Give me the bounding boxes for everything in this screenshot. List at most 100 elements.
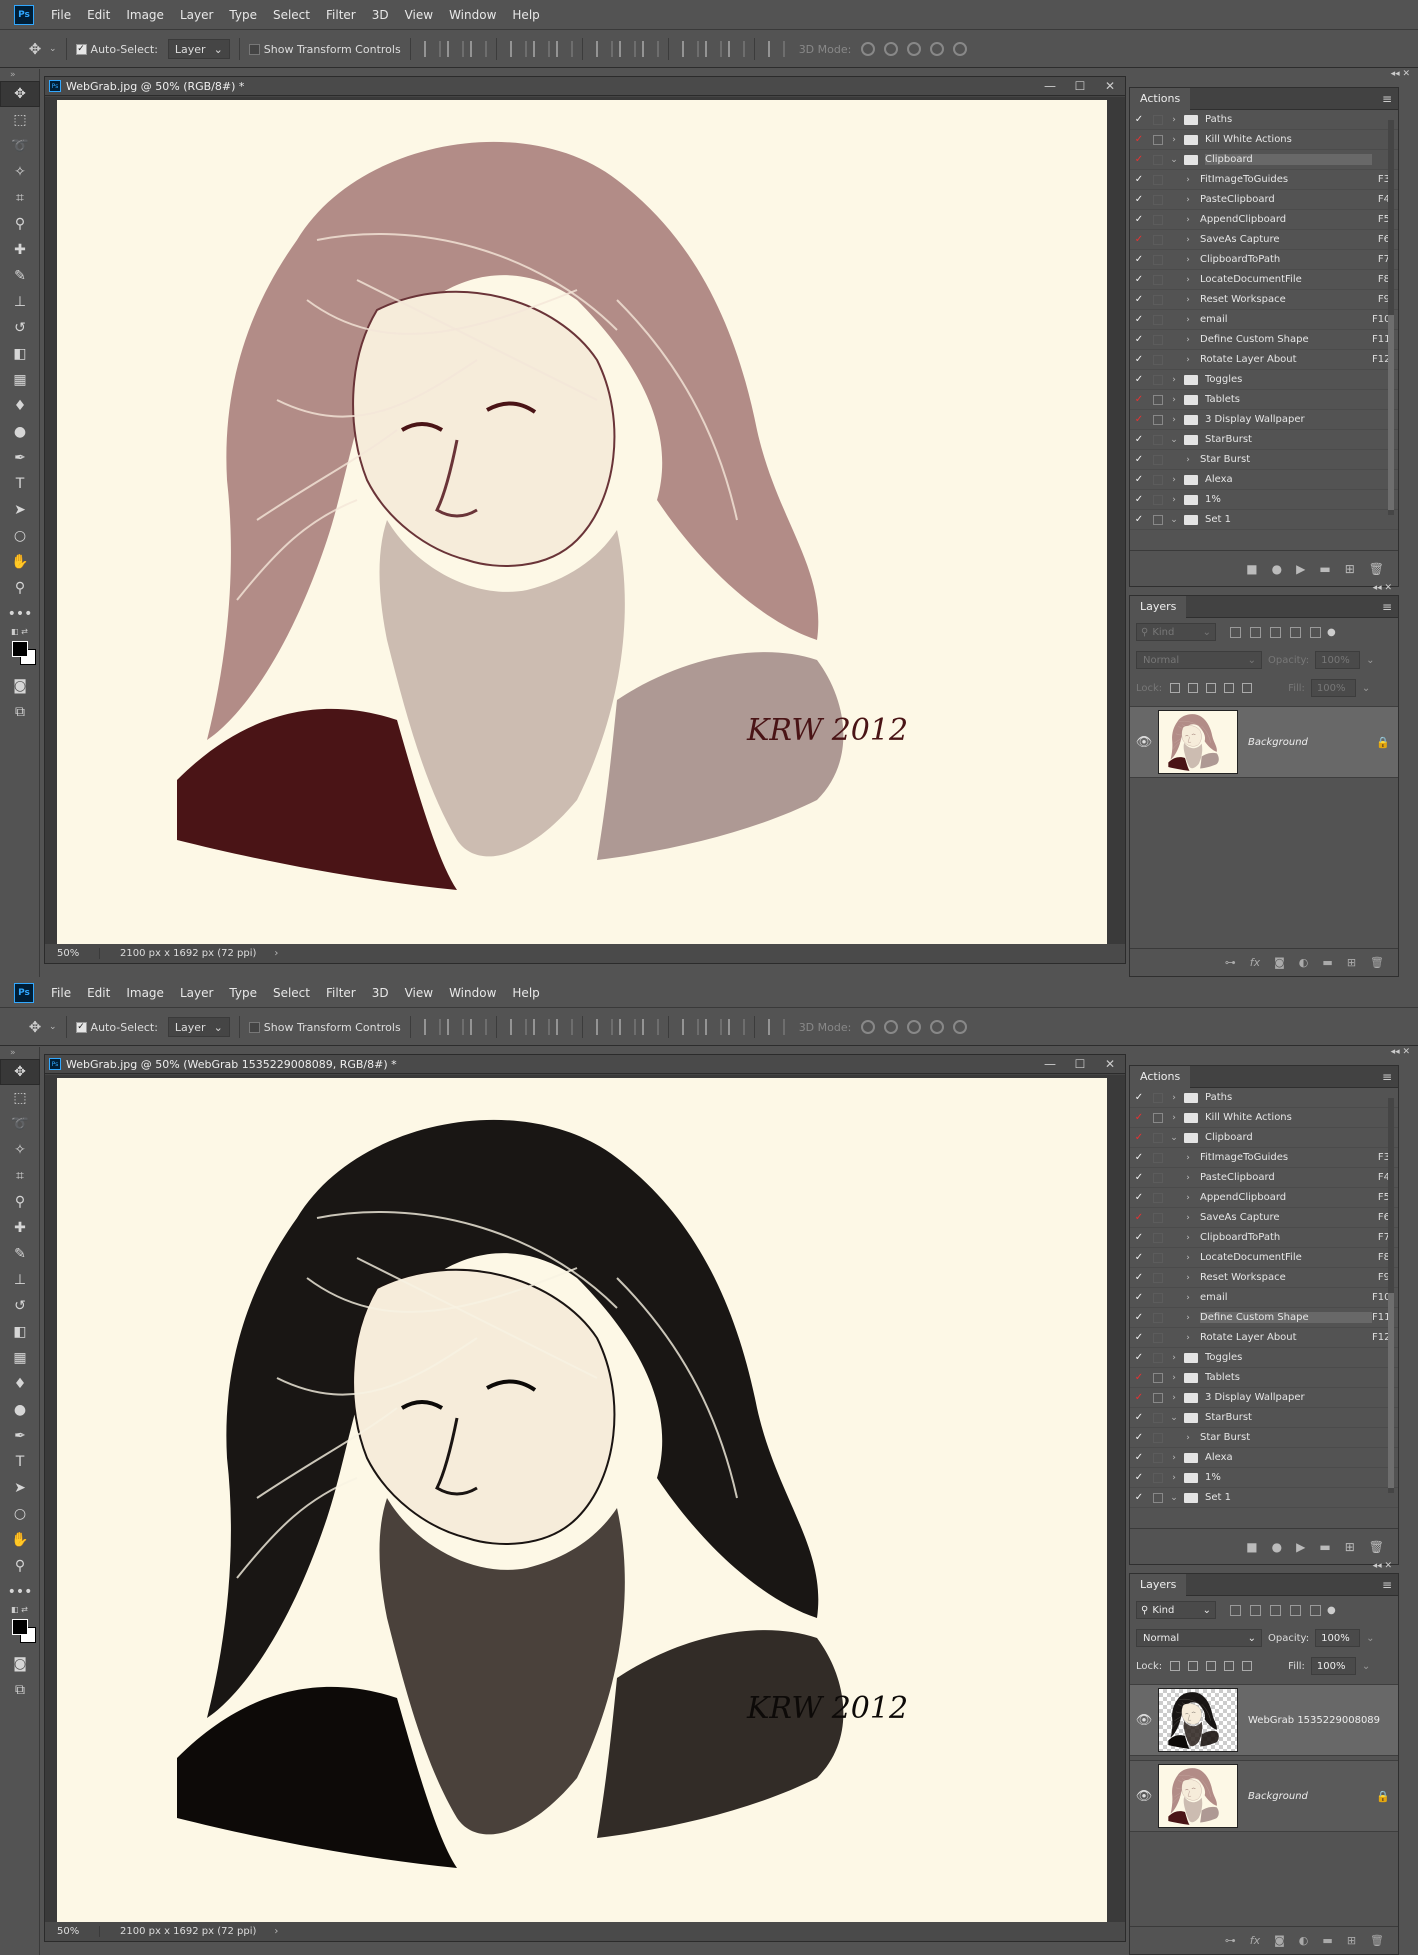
- delete-icon[interactable]: 🗑: [1369, 562, 1384, 576]
- chevron-right-icon[interactable]: ›: [1182, 1273, 1194, 1283]
- marquee-tool-icon[interactable]: ⬚: [0, 107, 40, 133]
- action-enabled-check-icon[interactable]: ✓: [1130, 254, 1148, 265]
- new-layer-icon[interactable]: ⊞: [1347, 1934, 1356, 1947]
- dialog-toggle-icon[interactable]: [1153, 334, 1163, 345]
- eraser-tool-icon[interactable]: ◧: [0, 341, 40, 367]
- chevron-right-icon[interactable]: ›: [1182, 455, 1194, 465]
- show-transform-checkbox[interactable]: [248, 1021, 260, 1033]
- action-row[interactable]: ✓ › FitImageToGuides F3: [1130, 1148, 1398, 1168]
- dialog-toggle-icon[interactable]: [1153, 1312, 1163, 1323]
- menu-window[interactable]: Window: [441, 986, 504, 1000]
- dialog-toggle-icon[interactable]: [1153, 1292, 1163, 1303]
- canvas-area[interactable]: KRW 2012: [45, 97, 1125, 945]
- expand-toolbar-icon[interactable]: »: [0, 1047, 39, 1059]
- filter-toggle-icon[interactable]: ●: [1327, 627, 1336, 638]
- dialog-toggle-icon[interactable]: [1153, 1192, 1163, 1203]
- dialog-toggle-icon[interactable]: [1153, 154, 1163, 165]
- zoom-tool-icon[interactable]: ⚲: [0, 1553, 40, 1579]
- action-enabled-check-icon[interactable]: ✓: [1130, 1372, 1148, 1383]
- roll-3d-icon[interactable]: [884, 1020, 899, 1034]
- distribute-right-icon[interactable]: [727, 41, 745, 57]
- align-right-icon[interactable]: [555, 1019, 573, 1035]
- chevron-right-icon[interactable]: ›: [1168, 1353, 1180, 1363]
- action-enabled-check-icon[interactable]: ✓: [1130, 154, 1148, 165]
- link-layers-icon[interactable]: ⊶: [1225, 956, 1236, 969]
- dialog-toggle-icon[interactable]: [1153, 174, 1163, 185]
- minimize-icon[interactable]: —: [1035, 79, 1065, 93]
- action-enabled-check-icon[interactable]: ✓: [1130, 1132, 1148, 1143]
- zoom-level[interactable]: 50%: [45, 948, 100, 959]
- action-enabled-check-icon[interactable]: ✓: [1130, 134, 1148, 145]
- brush-tool-icon[interactable]: ✎: [0, 263, 40, 289]
- auto-select-checkbox[interactable]: ✓: [75, 1021, 87, 1033]
- chevron-down-icon[interactable]: ⌄: [1168, 1133, 1180, 1143]
- chevron-right-icon[interactable]: ›: [1182, 1333, 1194, 1343]
- align-left-icon[interactable]: [509, 41, 527, 57]
- edit-toolbar-icon[interactable]: •••: [0, 1579, 40, 1605]
- distribute-hcenter-icon[interactable]: [704, 41, 722, 57]
- action-row[interactable]: ✓ › Reset Workspace F9: [1130, 290, 1398, 310]
- layer-name[interactable]: Background: [1248, 737, 1368, 748]
- fill-chevron-icon[interactable]: ⌄: [1362, 683, 1370, 694]
- chevron-right-icon[interactable]: ›: [1182, 235, 1194, 245]
- dialog-toggle-icon[interactable]: [1153, 1112, 1163, 1123]
- dialog-toggle-icon[interactable]: [1153, 394, 1163, 405]
- lasso-tool-icon[interactable]: ➰: [0, 1111, 40, 1137]
- play-icon[interactable]: ▶: [1296, 1540, 1305, 1554]
- scrollbar-thumb[interactable]: [1388, 1293, 1394, 1488]
- orbit-3d-icon[interactable]: [861, 1020, 876, 1034]
- document-tab[interactable]: Ps WebGrab.jpg @ 50% (RGB/8#) * — ☐ ✕: [45, 77, 1125, 96]
- actions-tab[interactable]: Actions: [1130, 1065, 1191, 1088]
- action-row[interactable]: ✓ › Rotate Layer About F12: [1130, 350, 1398, 370]
- zoom-tool-icon[interactable]: ⚲: [0, 575, 40, 601]
- dialog-toggle-icon[interactable]: [1153, 194, 1163, 205]
- dialog-toggle-icon[interactable]: [1153, 1132, 1163, 1143]
- chevron-right-icon[interactable]: ›: [1182, 1173, 1194, 1183]
- action-row[interactable]: ✓ › Alexa: [1130, 470, 1398, 490]
- panel-menu-icon[interactable]: ≡: [1382, 1578, 1398, 1592]
- action-row[interactable]: ✓ › 3 Display Wallpaper: [1130, 1388, 1398, 1408]
- add-mask-icon[interactable]: ◙: [1274, 1934, 1285, 1947]
- action-row[interactable]: ✓ › Define Custom Shape F11: [1130, 330, 1398, 350]
- layers-tab[interactable]: Layers: [1130, 595, 1187, 618]
- distribute-left-icon[interactable]: [681, 1019, 699, 1035]
- edit-toolbar-icon[interactable]: •••: [0, 601, 40, 627]
- filter-toggle-icon[interactable]: ●: [1327, 1605, 1336, 1616]
- link-layers-icon[interactable]: ⊶: [1225, 1934, 1236, 1947]
- dialog-toggle-icon[interactable]: [1153, 1412, 1163, 1423]
- shape-filter-icon[interactable]: [1290, 626, 1301, 638]
- menu-select[interactable]: Select: [265, 8, 318, 22]
- new-set-icon[interactable]: ▬: [1319, 562, 1330, 576]
- action-enabled-check-icon[interactable]: ✓: [1130, 454, 1148, 465]
- delete-layer-icon[interactable]: 🗑: [1370, 1934, 1384, 1947]
- foreground-color-swatch[interactable]: [12, 641, 28, 657]
- menu-help[interactable]: Help: [504, 8, 547, 22]
- align-top-icon[interactable]: [423, 1019, 441, 1035]
- shape-filter-icon[interactable]: [1290, 1604, 1301, 1616]
- action-enabled-check-icon[interactable]: ✓: [1130, 1332, 1148, 1343]
- action-enabled-check-icon[interactable]: ✓: [1130, 274, 1148, 285]
- action-row[interactable]: ✓ › 1%: [1130, 490, 1398, 510]
- distribute-bottom-icon[interactable]: [641, 41, 659, 57]
- maximize-icon[interactable]: ☐: [1065, 79, 1095, 93]
- action-enabled-check-icon[interactable]: ✓: [1130, 474, 1148, 485]
- menu-type[interactable]: Type: [221, 8, 265, 22]
- add-mask-icon[interactable]: ◙: [1274, 956, 1285, 969]
- color-swatches[interactable]: ◧ ⇄: [0, 1605, 39, 1651]
- smart-object-filter-icon[interactable]: [1310, 1604, 1321, 1616]
- dialog-toggle-icon[interactable]: [1153, 134, 1163, 145]
- lock-artboard-icon[interactable]: [1224, 1661, 1235, 1671]
- kind-filter-dropdown[interactable]: ⚲ Kind ⌄: [1136, 623, 1216, 641]
- menu-select[interactable]: Select: [265, 986, 318, 1000]
- action-enabled-check-icon[interactable]: ✓: [1130, 514, 1148, 525]
- chevron-right-icon[interactable]: ›: [1168, 1453, 1180, 1463]
- opacity-field[interactable]: 100%: [1315, 651, 1361, 669]
- collapse-panels-icon[interactable]: ◂◂ ✕: [1128, 69, 1418, 81]
- menu-filter[interactable]: Filter: [318, 8, 364, 22]
- dialog-toggle-icon[interactable]: [1153, 1092, 1163, 1103]
- smart-object-filter-icon[interactable]: [1310, 626, 1321, 638]
- lock-all-icon[interactable]: [1242, 683, 1253, 693]
- menu-filter[interactable]: Filter: [318, 986, 364, 1000]
- collapse-layers-icon[interactable]: ◂◂ ✕: [1128, 583, 1400, 595]
- default-colors-icon[interactable]: ◧ ⇄: [11, 1605, 28, 1614]
